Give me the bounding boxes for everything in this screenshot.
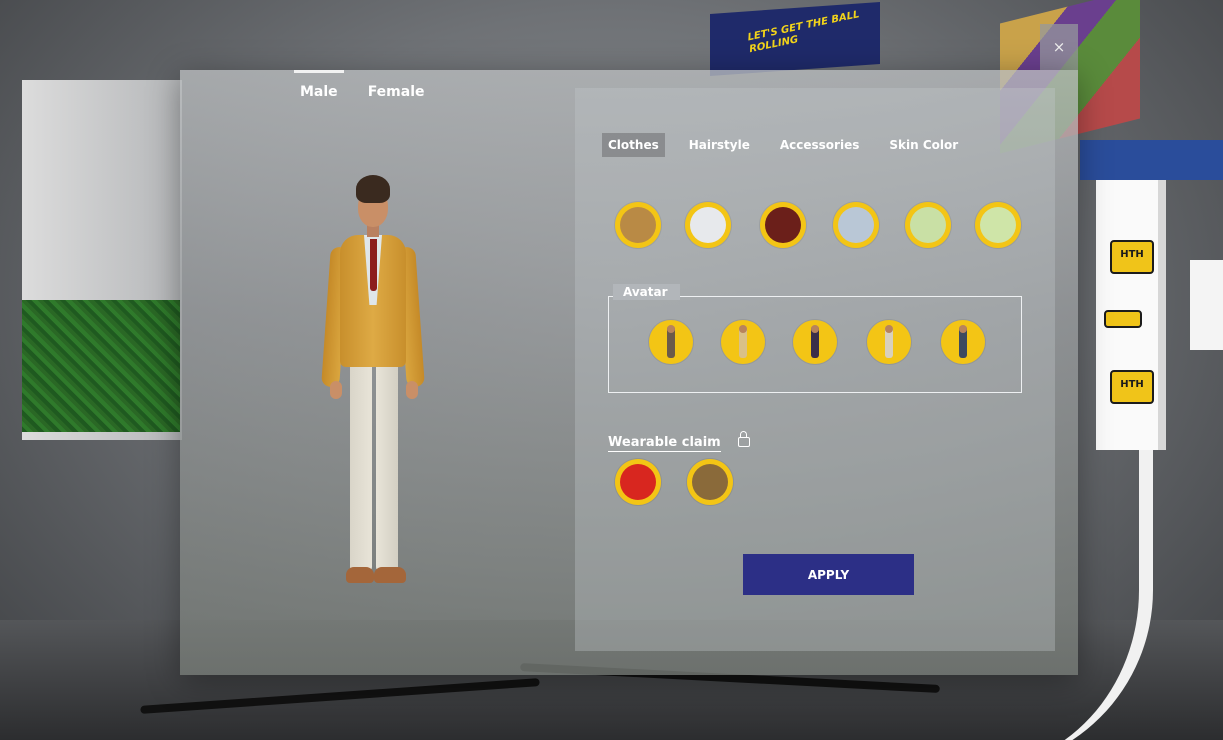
avatar-3-option[interactable] [793,320,837,364]
tab-clothes[interactable]: Clothes [602,133,665,157]
sponsor-booth: HTH HTH [1096,180,1166,450]
category-tabs: Clothes Hairstyle Accessories Skin Color [602,133,964,157]
gender-tabs: Male Female [294,70,425,104]
avatar-preview[interactable] [316,175,436,595]
avatar-4-option[interactable] [867,320,911,364]
avatar-hand [406,381,418,399]
avatar-section-title: Avatar [613,284,680,300]
wearable-claim-title: Wearable claim [608,435,721,452]
avatar-leg [350,363,372,571]
lime-tee-option[interactable] [975,202,1021,248]
avatar-shoe [374,567,406,583]
avatar-figure-icon [739,325,747,358]
tab-male[interactable]: Male [294,70,344,104]
avatar-hand [330,381,342,399]
bag-icon [692,464,728,500]
jacket-tie-icon [620,207,656,243]
avatar-figure-icon [959,325,967,358]
avatar-hair [356,175,390,203]
avatar-customizer-modal: Male Female Clothes Hairstyle Accessorie… [180,70,1078,675]
white-tee-icon [690,207,726,243]
light-blue-tee-icon [838,207,874,243]
customization-panel: Clothes Hairstyle Accessories Skin Color… [575,88,1055,651]
blue-wall [1080,140,1223,180]
mint-tee-option[interactable] [905,202,951,248]
tab-accessories[interactable]: Accessories [774,133,866,157]
red-tshirt-option[interactable] [615,459,661,505]
avatar-figure-icon [811,325,819,358]
close-button[interactable]: × [1040,24,1078,70]
lime-tee-icon [980,207,1016,243]
light-blue-tee-option[interactable] [833,202,879,248]
green-hedge-wall [22,300,180,432]
avatar-1-option[interactable] [649,320,693,364]
tab-hairstyle[interactable]: Hairstyle [683,133,756,157]
white-tee-option[interactable] [685,202,731,248]
avatar-tie [370,239,377,291]
banner-text: LET'S GET THE BALL ROLLING [746,9,861,56]
tab-skin-color[interactable]: Skin Color [883,133,964,157]
bag-option[interactable] [687,459,733,505]
apply-button[interactable]: APPLY [743,554,914,595]
avatar-leg [376,363,398,571]
maroon-jacket-icon [765,207,801,243]
booth-logo-small [1104,310,1142,328]
avatar-figure-icon [667,325,675,358]
avatar-5-option[interactable] [941,320,985,364]
lock-icon [738,431,750,447]
booth-panel [1190,260,1223,350]
avatar-2-option[interactable] [721,320,765,364]
hanging-banner: LET'S GET THE BALL ROLLING [710,2,880,76]
red-tshirt-icon [620,464,656,500]
maroon-jacket-option[interactable] [760,202,806,248]
jacket-tie-option[interactable] [615,202,661,248]
mint-tee-icon [910,207,946,243]
booth-logo: HTH [1110,370,1154,404]
avatar-figure-icon [885,325,893,358]
booth-logo: HTH [1110,240,1154,274]
tab-female[interactable]: Female [368,70,425,104]
avatar-shoe [346,567,374,583]
